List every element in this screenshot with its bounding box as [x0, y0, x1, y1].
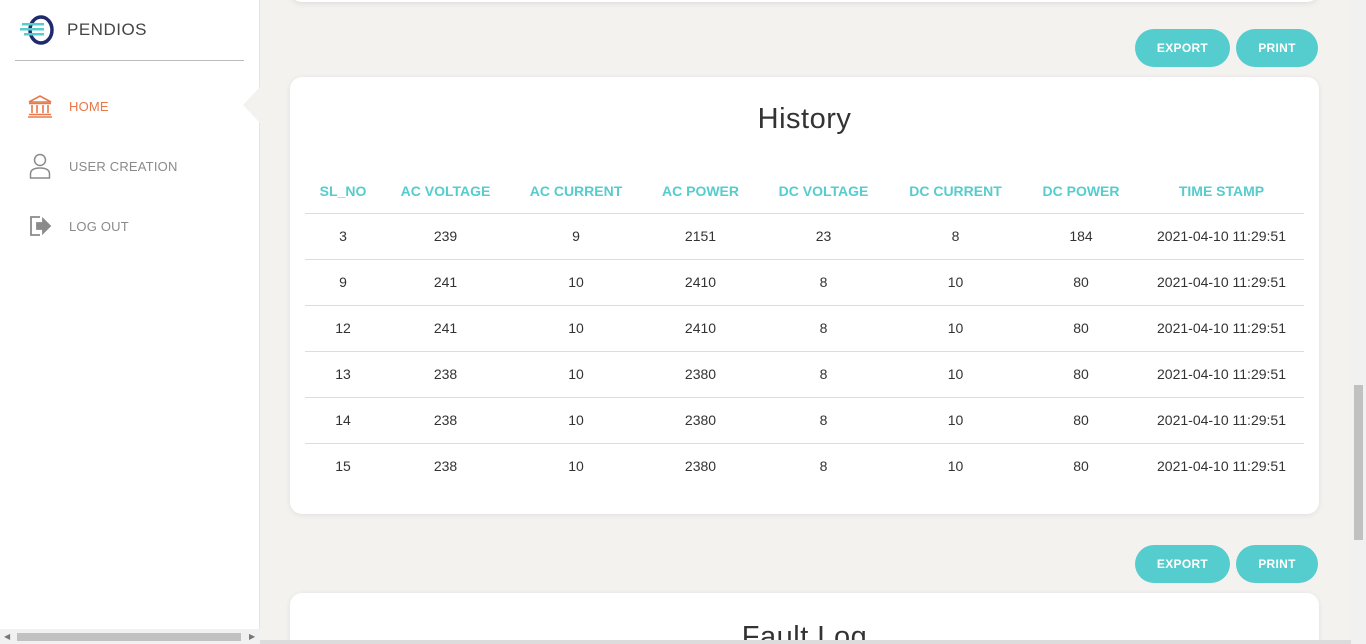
sidebar-item-label: HOME — [69, 98, 109, 114]
table-row: 15 238 10 2380 8 10 80 2021-04-10 11:29:… — [305, 443, 1304, 489]
table-row: 9 241 10 2410 8 10 80 2021-04-10 11:29:5… — [305, 259, 1304, 306]
table-cell: 241 — [381, 305, 510, 352]
table-cell: 10 — [947, 458, 964, 475]
table-cell: 10 — [568, 458, 584, 475]
history-title: History — [757, 103, 852, 135]
table-row: 3 239 9 2151 23 8 184 2021-04-10 11:29:5… — [305, 213, 1304, 260]
sidebar-item-log-out[interactable]: LOG OUT — [26, 211, 246, 241]
scroll-left-arrow-icon[interactable]: ◀ — [4, 632, 10, 641]
table-cell: 3 — [305, 213, 381, 260]
brand-divider — [15, 60, 244, 61]
bank-icon — [26, 92, 54, 120]
horizontal-scroll-track — [260, 640, 1351, 644]
brand[interactable]: PENDIOS — [20, 14, 147, 46]
horizontal-scrollbar[interactable]: ◀ ▶ — [0, 629, 260, 644]
column-header[interactable]: AC CURRENT — [510, 169, 642, 214]
sidebar-item-label: LOG OUT — [69, 218, 129, 234]
table-cell: 10 — [510, 397, 642, 444]
fault-log-card: Fault Log — [290, 593, 1319, 644]
history-table: SL_NO AC VOLTAGE AC CURRENT AC POWER DC … — [305, 169, 1304, 489]
table-cell: 2380 — [684, 458, 717, 475]
table-cell: 12 — [305, 305, 381, 352]
column-header[interactable]: DC CURRENT — [888, 169, 1023, 214]
table-cell: 2021-04-10 11:29:51 — [1139, 351, 1304, 398]
table-cell: 8 — [759, 397, 888, 444]
table-cell: 2021-04-10 11:29:51 — [1157, 458, 1286, 475]
table-cell: 10 — [510, 351, 642, 398]
scroll-right-arrow-icon[interactable]: ▶ — [249, 632, 255, 641]
table-cell: 10 — [510, 259, 642, 306]
active-indicator — [243, 87, 260, 123]
pendios-logo-icon — [20, 15, 54, 45]
print-button[interactable]: PRINT — [1236, 545, 1318, 583]
table-cell: 8 — [888, 213, 1023, 260]
table-cell: 23 — [759, 213, 888, 260]
table-cell: 2410 — [642, 305, 759, 352]
table-cell: 2380 — [642, 397, 759, 444]
table-cell: 2021-04-10 11:29:51 — [1139, 213, 1304, 260]
user-icon — [26, 152, 54, 180]
table-cell: 2021-04-10 11:29:51 — [1139, 259, 1304, 306]
horizontal-scrollbar-thumb[interactable] — [17, 633, 241, 641]
table-cell: 2380 — [642, 351, 759, 398]
table-cell: 8 — [759, 305, 888, 352]
table-cell: 8 — [759, 351, 888, 398]
table-cell: 238 — [433, 458, 458, 475]
table-cell: 2151 — [642, 213, 759, 260]
print-button[interactable]: PRINT — [1236, 29, 1318, 67]
brand-name: PENDIOS — [67, 20, 148, 39]
table-cell: 10 — [510, 305, 642, 352]
table-cell: 80 — [1073, 458, 1089, 475]
column-header[interactable]: AC POWER — [642, 169, 759, 214]
column-header[interactable]: TIME STAMP — [1139, 169, 1304, 214]
table-cell: 10 — [888, 351, 1023, 398]
sidebar-item-user-creation[interactable]: USER CREATION — [26, 151, 246, 181]
table-cell: 238 — [381, 397, 510, 444]
column-header[interactable]: DC POWER — [1023, 169, 1139, 214]
table-cell: 2021-04-10 11:29:51 — [1139, 305, 1304, 352]
vertical-scrollbar-thumb[interactable] — [1354, 385, 1363, 540]
table-cell: 9 — [510, 213, 642, 260]
table-cell: 184 — [1023, 213, 1139, 260]
table-cell: 8 — [819, 458, 828, 475]
export-button[interactable]: EXPORT — [1135, 545, 1230, 583]
table-cell: 239 — [381, 213, 510, 260]
table-cell: 80 — [1023, 397, 1139, 444]
table-cell: 2410 — [642, 259, 759, 306]
table-cell: 241 — [381, 259, 510, 306]
table-row: 14 238 10 2380 8 10 80 2021-04-10 11:29:… — [305, 397, 1304, 444]
table-cell: 80 — [1023, 351, 1139, 398]
table-row: 13 238 10 2380 8 10 80 2021-04-10 11:29:… — [305, 351, 1304, 398]
table-cell: 238 — [381, 351, 510, 398]
table-cell: 10 — [888, 397, 1023, 444]
table-cell: 14 — [305, 397, 381, 444]
column-header[interactable]: SL_NO — [305, 169, 381, 214]
vertical-scrollbar[interactable] — [1351, 0, 1366, 644]
column-header[interactable]: AC VOLTAGE — [381, 169, 510, 214]
table-cell: 8 — [759, 259, 888, 306]
table-cell: 2021-04-10 11:29:51 — [1139, 397, 1304, 444]
table-cell: 9 — [305, 259, 381, 306]
history-card: History SL_NO AC VOLTAGE AC CURRENT AC P… — [290, 77, 1319, 514]
table-cell: 10 — [888, 305, 1023, 352]
table-cell: 80 — [1023, 305, 1139, 352]
table-cell: 13 — [305, 351, 381, 398]
table-cell: 15 — [335, 458, 351, 475]
sidebar-item-home[interactable]: HOME — [26, 91, 246, 121]
table-cell: 80 — [1023, 259, 1139, 306]
table-header-row: SL_NO AC VOLTAGE AC CURRENT AC POWER DC … — [305, 169, 1304, 214]
logout-icon — [26, 212, 54, 240]
table-row: 12 241 10 2410 8 10 80 2021-04-10 11:29:… — [305, 305, 1304, 352]
export-button[interactable]: EXPORT — [1135, 29, 1230, 67]
column-header[interactable]: DC VOLTAGE — [759, 169, 888, 214]
table-cell: 10 — [888, 259, 1023, 306]
sidebar: PENDIOS HOME USER CREATION LOG OUT ◀ ▶ — [0, 0, 260, 644]
sidebar-item-label: USER CREATION — [69, 158, 178, 174]
previous-card — [290, 0, 1319, 2]
